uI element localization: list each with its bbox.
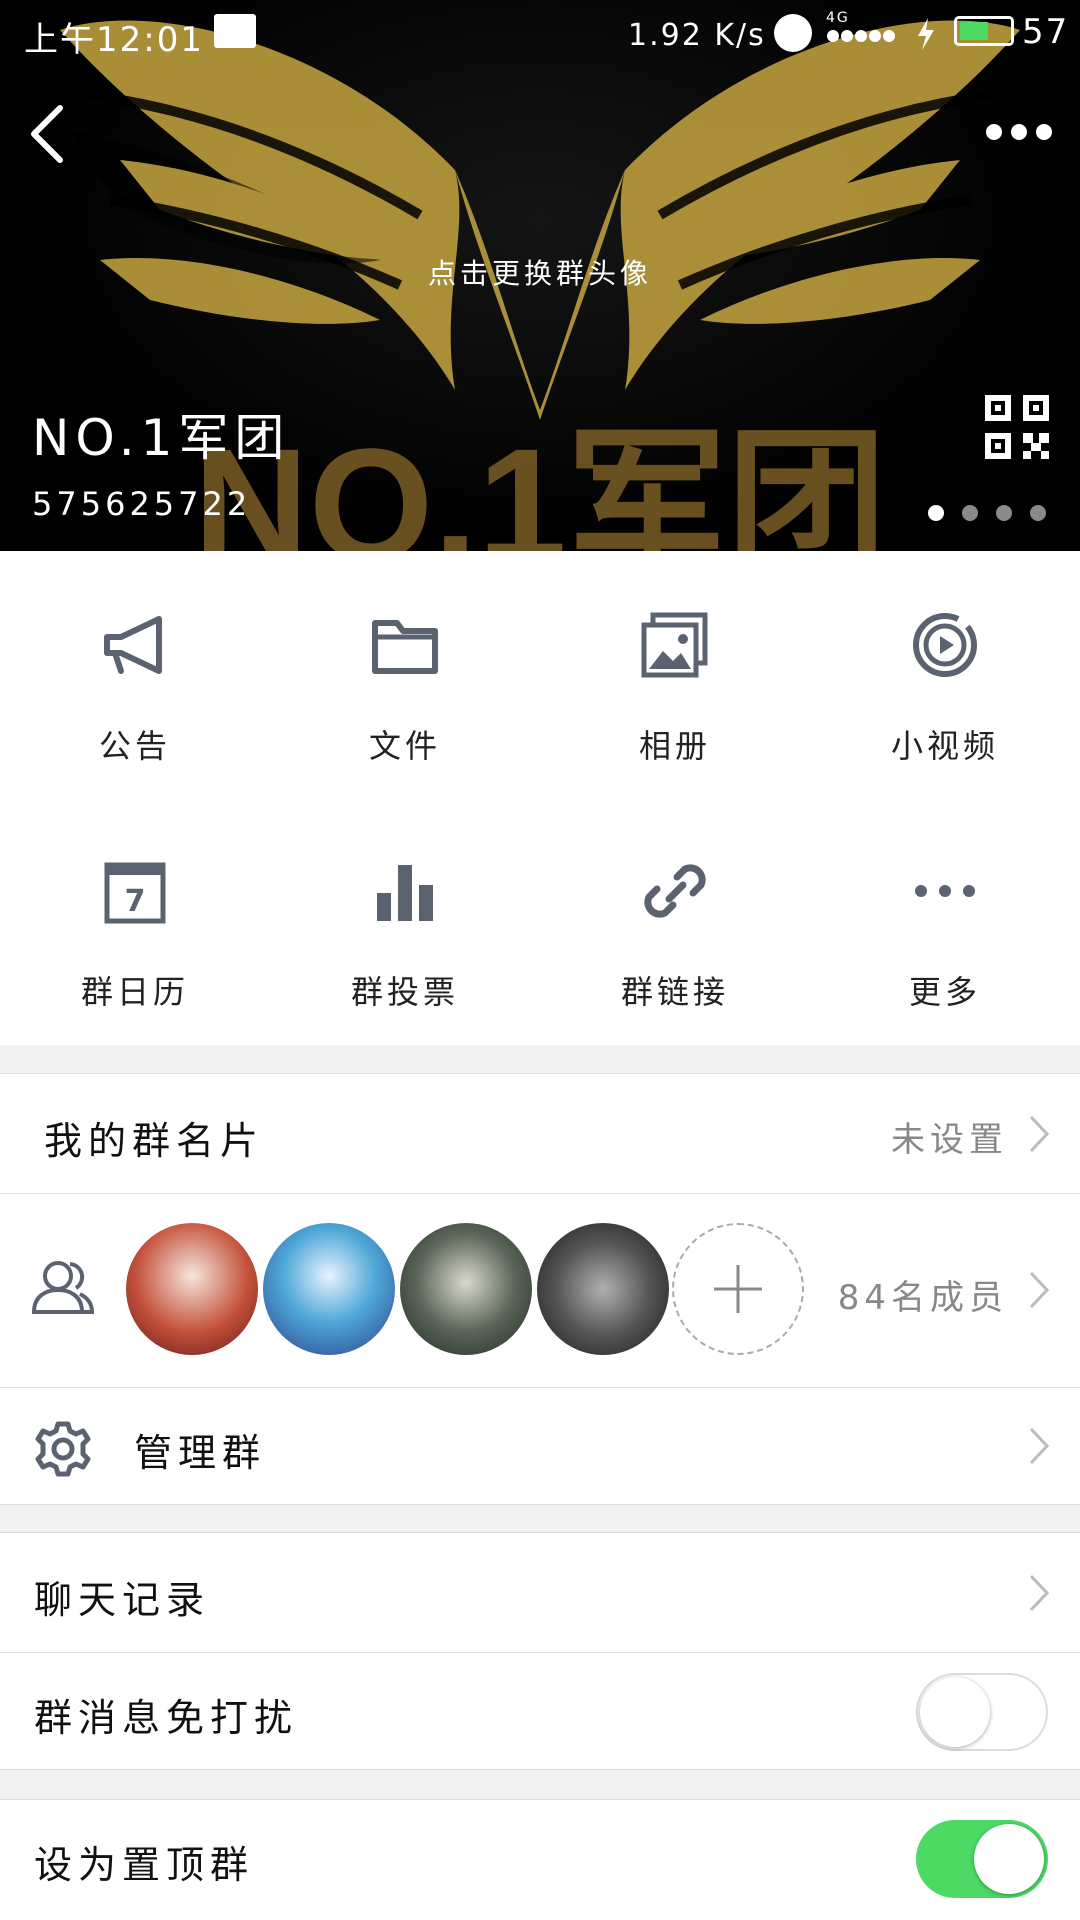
more-dots-icon <box>986 124 1052 140</box>
status-network-type: 4G <box>826 10 850 26</box>
calendar-icon: 7 <box>104 862 166 924</box>
change-avatar-hint[interactable]: 点击更换群头像 <box>0 252 1080 292</box>
qr-code-icon <box>985 395 1049 459</box>
feature-more[interactable]: 更多 <box>810 797 1080 1011</box>
group-cover-banner[interactable]: NO.1军团 上午12:01 1.92 K/s 4G 57 点击更换群头像 NO… <box>0 0 1080 551</box>
chevron-right-icon <box>1029 1574 1050 1612</box>
charging-icon <box>916 18 936 50</box>
banner-logo-text: NO.1军团 <box>193 415 886 551</box>
my-group-card-value: 未设置 <box>891 1120 1008 1160</box>
mute-toggle[interactable] <box>916 1673 1048 1751</box>
alarm-icon <box>774 14 812 52</box>
signal-icon <box>826 28 898 44</box>
pin-top-label: 设为置顶群 <box>34 1843 255 1887</box>
feature-calendar[interactable]: 7 群日历 <box>0 797 270 1011</box>
pin-top-row: 设为置顶群 <box>0 1799 1080 1920</box>
member-avatar[interactable] <box>126 1223 258 1355</box>
chevron-right-icon <box>1029 1115 1050 1153</box>
back-arrow-icon <box>31 105 63 163</box>
mute-row: 群消息免打扰 <box>0 1653 1080 1770</box>
toggle-knob <box>920 1677 990 1747</box>
page-dot-3 <box>996 505 1012 521</box>
manage-group-label: 管理群 <box>134 1431 267 1475</box>
chevron-right-icon <box>1029 1427 1050 1465</box>
reader-icon <box>214 14 256 48</box>
member-avatar[interactable] <box>400 1223 532 1355</box>
feature-label: 相册 <box>638 727 711 765</box>
feature-label: 群日历 <box>80 973 189 1011</box>
member-avatar[interactable] <box>537 1223 669 1355</box>
more-options-button[interactable] <box>984 112 1054 152</box>
status-bar: 上午12:01 1.92 K/s 4G 57 <box>0 0 1080 66</box>
feature-album[interactable]: 相册 <box>540 551 810 765</box>
back-button[interactable] <box>16 98 76 170</box>
member-avatar[interactable] <box>263 1223 395 1355</box>
page-dot-1 <box>928 505 944 521</box>
battery-level: 57 <box>1022 12 1070 52</box>
bar-chart-icon <box>377 865 433 921</box>
group-id: 575625722 <box>32 485 252 523</box>
members-icon <box>31 1261 95 1314</box>
gear-icon <box>35 1421 91 1477</box>
chat-history-label: 聊天记录 <box>34 1578 211 1622</box>
battery-icon <box>954 16 1014 46</box>
chat-history-row[interactable]: 聊天记录 <box>0 1532 1080 1652</box>
folder-icon <box>372 620 438 674</box>
feature-files[interactable]: 文件 <box>270 551 540 765</box>
feature-group-link[interactable]: 群链接 <box>540 797 810 1011</box>
video-icon <box>913 613 977 677</box>
photo-album-icon <box>641 612 708 678</box>
more-dots-icon <box>915 885 975 897</box>
status-net-speed: 1.92 K/s <box>628 18 766 53</box>
feature-label: 文件 <box>368 727 441 765</box>
feature-vote[interactable]: 群投票 <box>270 797 540 1011</box>
qr-code-button[interactable] <box>985 395 1049 459</box>
manage-group-row[interactable]: 管理群 <box>0 1388 1080 1505</box>
mute-label: 群消息免打扰 <box>34 1696 299 1740</box>
chevron-right-icon <box>1029 1271 1050 1309</box>
feature-announcement[interactable]: 公告 <box>0 551 270 765</box>
my-group-card-row[interactable]: 我的群名片 未设置 <box>0 1073 1080 1193</box>
add-member-button[interactable] <box>672 1223 804 1355</box>
my-group-card-label: 我的群名片 <box>44 1119 265 1163</box>
feature-short-video[interactable]: 小视频 <box>810 551 1080 765</box>
feature-label: 小视频 <box>890 727 999 765</box>
feature-label: 更多 <box>908 973 981 1011</box>
group-name: NO.1军团 <box>32 409 291 467</box>
toggle-knob <box>974 1824 1044 1894</box>
page-dot-4 <box>1030 505 1046 521</box>
page-indicator <box>928 505 1058 525</box>
plus-icon <box>714 1265 762 1313</box>
link-icon <box>644 864 706 918</box>
member-count: 84名成员 <box>837 1278 1008 1318</box>
status-time: 上午12:01 <box>24 20 204 60</box>
feature-grid: 公告 文件 相册 小视频 7 群日历 群投票 群链接 更多 <box>0 551 1080 1045</box>
feature-label: 公告 <box>98 727 171 765</box>
page-dot-2 <box>962 505 978 521</box>
megaphone-icon <box>104 616 162 674</box>
feature-label: 群投票 <box>350 973 459 1011</box>
calendar-day: 7 <box>125 884 146 919</box>
feature-label: 群链接 <box>620 973 729 1011</box>
pin-top-toggle[interactable] <box>916 1820 1048 1898</box>
